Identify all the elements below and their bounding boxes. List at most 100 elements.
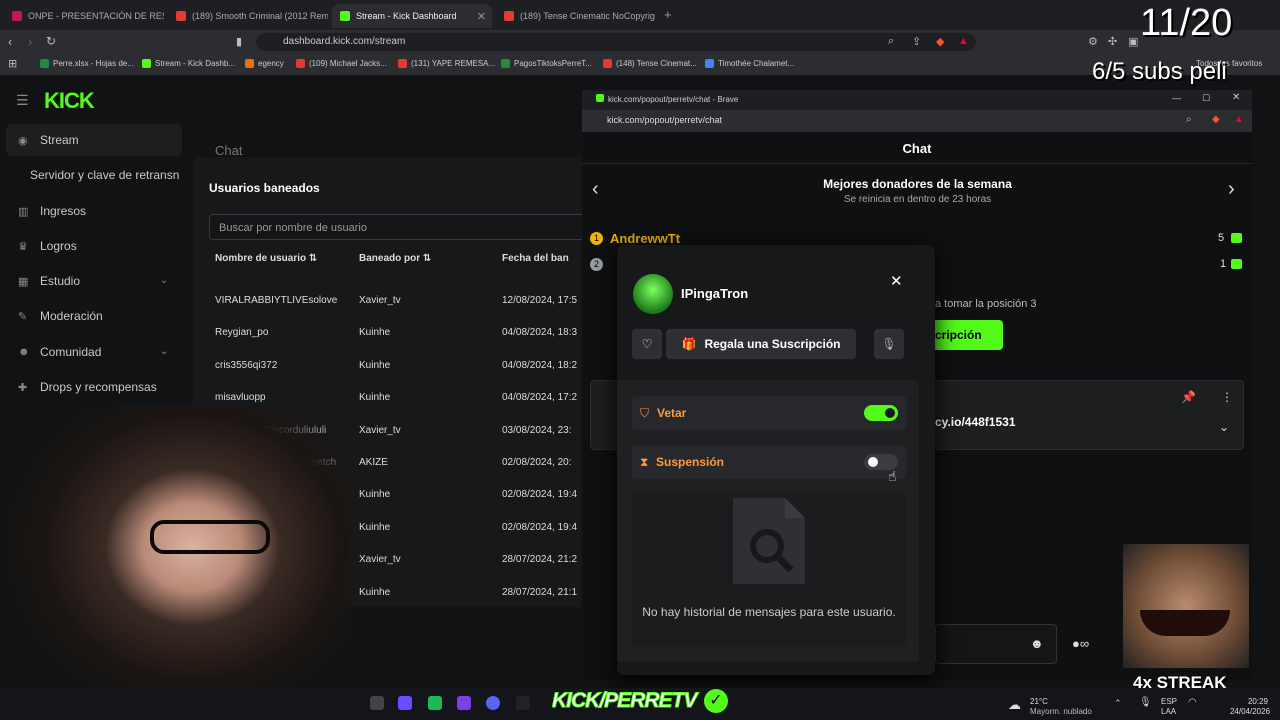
apps-grid-icon[interactable]: ⊞ (8, 57, 17, 70)
bookmark-icon[interactable]: ▮ (236, 35, 242, 48)
sidebar-item-server-key[interactable]: Servidor y clave de retransn (30, 168, 179, 182)
gift-icon: 🎁 (681, 337, 697, 351)
microphone-icon[interactable]: 🎙 (1139, 697, 1152, 708)
clock-time[interactable]: 20:29 (1228, 697, 1268, 706)
kick-icon (596, 94, 604, 102)
weather-desc: Mayorm. nublado (1030, 707, 1092, 716)
puzzle-icon[interactable]: ✣ (1108, 35, 1117, 48)
chevron-left-icon[interactable]: ‹ (592, 178, 599, 201)
bookmark-item[interactable]: (109) Michael Jacks... (296, 59, 387, 68)
zoom-icon[interactable]: ⌕ (888, 35, 894, 48)
user-card-username[interactable]: IPingaTron (681, 286, 748, 301)
column-header-ban-date[interactable]: Fecha del ban (502, 253, 569, 264)
bookmark-item[interactable]: Stream - Kick Dashb... (142, 59, 235, 68)
chevron-down-icon[interactable]: ⌄ (1219, 420, 1229, 434)
banned-username-cell[interactable]: cris3556qi372 (215, 360, 353, 371)
forward-icon[interactable]: › (28, 34, 32, 49)
popout-url-field[interactable]: kick.com/popout/perretv/chat (582, 110, 1252, 132)
mute-button[interactable]: 🎙 (874, 329, 904, 359)
bookmark-item[interactable]: PagosTiktoksPerreT... (501, 59, 592, 68)
sidebar-item-label: Moderación (40, 309, 103, 323)
chevron-right-icon[interactable]: › (1228, 178, 1235, 201)
suspension-label: Suspensión (656, 455, 725, 469)
follow-button[interactable]: ♡ (632, 329, 662, 359)
taskbar-app-icon[interactable] (398, 696, 412, 710)
chevron-up-icon[interactable]: ⌃ (1114, 698, 1122, 709)
sidebar-item-ingresos[interactable]: ▥ Ingresos (18, 204, 86, 218)
bookmark-label: (109) Michael Jacks... (309, 59, 387, 68)
close-icon[interactable]: ✕ (890, 272, 903, 290)
taskbar-app-icon[interactable] (428, 696, 442, 710)
kick-logo[interactable]: KICK (44, 88, 95, 114)
tab-label: ONPE - PRESENTACIÓN DE RESULTA (28, 11, 164, 21)
sidebar-item-logros[interactable]: ♛ Logros (18, 239, 77, 253)
sidebar-item-estudio[interactable]: ▦ Estudio (18, 274, 80, 288)
pinned-link[interactable]: cy.io/448f1531 (935, 415, 1016, 429)
banned-by-cell: Xavier_tv (359, 554, 401, 566)
column-header-username[interactable]: Nombre de usuario ⇅ (215, 253, 317, 264)
sidebar-item-drops[interactable]: ✚ Drops y recompensas (18, 380, 157, 394)
ban-date-cell: 03/08/2024, 23: (502, 424, 572, 436)
wifi-icon[interactable]: ◠ (1188, 697, 1197, 708)
taskbar-app-icon[interactable] (370, 696, 384, 710)
more-options-icon[interactable]: ⋮ (1221, 390, 1233, 404)
weather-icon: ☁ (1008, 697, 1021, 712)
new-tab-icon[interactable]: + (664, 7, 672, 22)
bookmark-item[interactable]: Perre.xlsx - Hojas de... (40, 59, 134, 68)
brave-shield-icon[interactable]: ◆ (936, 35, 944, 48)
ban-toggle[interactable] (864, 405, 898, 421)
banned-username-cell[interactable]: misavluopp (215, 392, 353, 403)
banned-search-input[interactable]: Buscar por nombre de usuario (209, 214, 589, 240)
bookmark-item[interactable]: (131) YAPE REMESA... (398, 59, 495, 68)
sidebar-item-moderacion[interactable]: ✎ Moderación (18, 309, 103, 323)
sidebar-icon[interactable]: ▣ (1128, 35, 1138, 48)
back-icon[interactable]: ‹ (8, 34, 12, 49)
close-window-icon[interactable]: ✕ (1232, 92, 1240, 103)
sidebar-item-comunidad[interactable]: ☻ Comunidad (18, 345, 101, 359)
sheets-icon (501, 59, 510, 68)
bookmark-item[interactable]: (148) Tense Cinemat... (603, 59, 697, 68)
shield-icon: ⛉ (640, 406, 650, 420)
column-label: Nombre de usuario (215, 253, 307, 264)
top-donor-name[interactable]: AndrewwTt (610, 231, 680, 246)
brave-shield-icon[interactable]: ◆ (1212, 114, 1220, 125)
bookmark-item[interactable]: egency (245, 59, 284, 68)
banned-by-cell: Kuinhe (359, 392, 391, 404)
browser-tab-kick-dashboard[interactable]: Stream - Kick Dashboard ✕ (332, 4, 492, 28)
column-header-banned-by[interactable]: Baneado por ⇅ (359, 253, 431, 264)
gift-sub-button[interactable]: 🎁 Regala una Suscripción (666, 329, 856, 359)
banned-username-cell[interactable]: Reygian_po (215, 327, 353, 338)
pin-icon[interactable]: 📌 (1181, 390, 1196, 404)
banned-username-cell[interactable]: VIRALRABBIYTLIVEsolove (215, 295, 353, 306)
bookmark-label: egency (258, 59, 284, 68)
share-icon[interactable]: ⇪ (912, 35, 921, 48)
subscribe-button[interactable]: cripción (935, 320, 1003, 350)
tab-label: (189) Smooth Criminal (2012 Remast (192, 11, 328, 21)
zoom-icon[interactable]: ⌕ (1186, 114, 1192, 125)
browser-tab-tense-cinematic[interactable]: (189) Tense Cinematic NoCopyrig (496, 4, 656, 28)
overlay-counter: 11/20 (1140, 2, 1233, 44)
gift-sub-icon (1231, 259, 1242, 269)
brave-rewards-icon[interactable]: ▲ (1234, 114, 1244, 125)
url-field[interactable]: dashboard.kick.com/stream (256, 33, 976, 51)
discord-icon[interactable] (486, 696, 500, 710)
minimize-icon[interactable]: — (1172, 93, 1181, 103)
close-tab-icon[interactable]: ✕ (477, 10, 486, 23)
browser-tab-onpe[interactable]: ONPE - PRESENTACIÓN DE RESULTA (4, 4, 164, 28)
brave-rewards-icon[interactable]: ▲ (958, 35, 969, 47)
browser-tab-smooth-criminal[interactable]: (189) Smooth Criminal (2012 Remast (168, 4, 328, 28)
extension-icon[interactable]: ⚙ (1088, 35, 1098, 48)
menu-icon[interactable]: ☰ (16, 92, 29, 109)
emoji-icon[interactable]: ☻ (1030, 636, 1044, 651)
taskbar-app-icon[interactable] (516, 696, 530, 710)
taskbar-app-icon[interactable] (457, 696, 471, 710)
sidebar-item-stream[interactable]: ◉ Stream (18, 133, 79, 147)
maximize-icon[interactable]: ☐ (1202, 93, 1210, 104)
chevron-down-icon[interactable]: ⌄ (160, 346, 168, 357)
reload-icon[interactable]: ↻ (46, 34, 56, 48)
chevron-down-icon[interactable]: ⌄ (160, 275, 168, 286)
banned-by-cell: Kuinhe (359, 521, 391, 533)
language-indicator[interactable]: ESP (1161, 697, 1177, 706)
infinity-icon[interactable]: ●∞ (1072, 636, 1089, 651)
bookmark-item[interactable]: Timothée Chalamet... (705, 59, 794, 68)
